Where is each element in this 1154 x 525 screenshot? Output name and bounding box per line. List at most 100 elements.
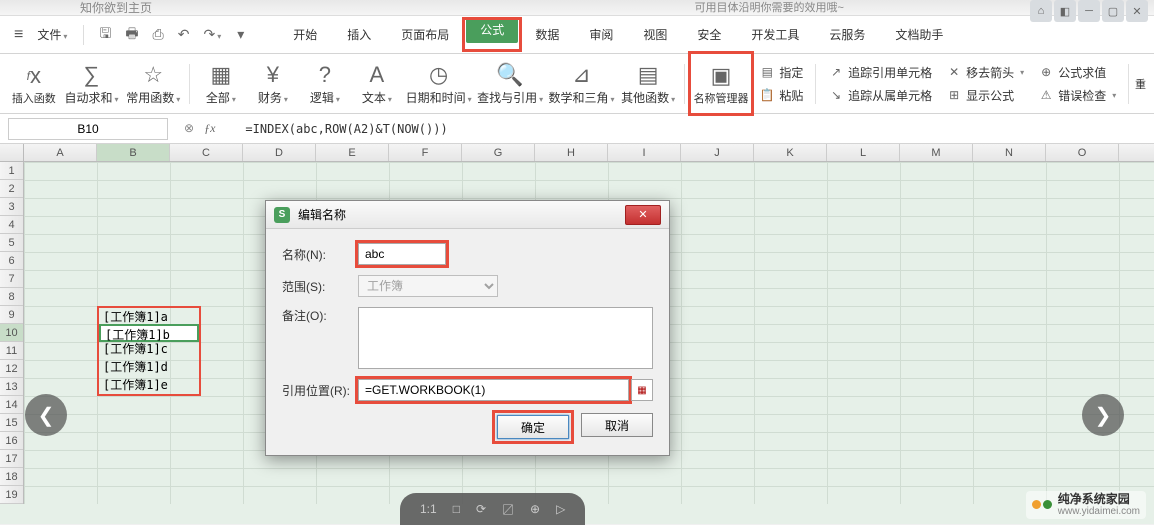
row-header-17[interactable]: 17 xyxy=(0,450,23,468)
col-header-H[interactable]: H xyxy=(535,144,608,161)
maximize-button[interactable]: ▢ xyxy=(1102,0,1124,22)
col-header-I[interactable]: I xyxy=(608,144,681,161)
col-header-O[interactable]: O xyxy=(1046,144,1119,161)
all-functions-button[interactable]: ▦ 全部▾ xyxy=(196,54,246,113)
row-header-4[interactable]: 4 xyxy=(0,216,23,234)
paste-name-button[interactable]: 📋粘贴 xyxy=(759,85,803,106)
finance-button[interactable]: ¥ 财务▾ xyxy=(248,54,298,113)
datetime-button[interactable]: ◷ 日期和时间▾ xyxy=(404,54,473,113)
row-header-9[interactable]: 9 xyxy=(0,306,23,324)
trace-precedents-button[interactable]: ↗追踪引用单元格 xyxy=(828,62,932,83)
redo-icon[interactable]: ↷▾ xyxy=(198,22,226,47)
row-header-13[interactable]: 13 xyxy=(0,378,23,396)
eval-formula-button[interactable]: ⊕公式求值 xyxy=(1038,62,1116,83)
trace-dependents-button[interactable]: ↘追踪从属单元格 xyxy=(828,85,932,106)
menu-tab-8[interactable]: 开发工具 xyxy=(737,20,813,49)
row-header-8[interactable]: 8 xyxy=(0,288,23,306)
col-header-B[interactable]: B xyxy=(97,144,170,161)
row-header-1[interactable]: 1 xyxy=(0,162,23,180)
col-header-C[interactable]: C xyxy=(170,144,243,161)
col-header-E[interactable]: E xyxy=(316,144,389,161)
bottom-toolbar-item-1[interactable]: □ xyxy=(453,502,460,516)
menu-tab-9[interactable]: 云服务 xyxy=(815,20,879,49)
menu-tab-6[interactable]: 视图 xyxy=(629,20,681,49)
menu-tab-0[interactable]: 开始 xyxy=(279,20,331,49)
insert-function-button[interactable]: fx 插入函数 xyxy=(8,54,60,113)
wc-gift-icon[interactable]: ⌂ xyxy=(1030,0,1052,22)
hamburger-icon[interactable]: ≡ xyxy=(10,22,27,48)
row-header-18[interactable]: 18 xyxy=(0,468,23,486)
dialog-cancel-button[interactable]: 取消 xyxy=(581,413,653,437)
dialog-remarks-textarea[interactable] xyxy=(358,307,653,369)
row-header-5[interactable]: 5 xyxy=(0,234,23,252)
row-header-2[interactable]: 2 xyxy=(0,180,23,198)
logic-button[interactable]: ? 逻辑▾ xyxy=(300,54,350,113)
select-all-corner[interactable] xyxy=(0,144,24,161)
menu-tab-7[interactable]: 安全 xyxy=(683,20,735,49)
menu-tab-10[interactable]: 文档助手 xyxy=(881,20,957,49)
col-header-L[interactable]: L xyxy=(827,144,900,161)
data-cell-4[interactable]: [工作簿1]e xyxy=(99,376,199,394)
math-button[interactable]: ⊿ 数学和三角▾ xyxy=(547,54,616,113)
row-header-19[interactable]: 19 xyxy=(0,486,23,504)
bottom-toolbar-item-4[interactable]: ⊕ xyxy=(530,502,540,516)
close-button[interactable]: ✕ xyxy=(1126,0,1148,22)
col-header-J[interactable]: J xyxy=(681,144,754,161)
dialog-titlebar[interactable]: S 编辑名称 ✕ xyxy=(266,201,669,229)
col-header-D[interactable]: D xyxy=(243,144,316,161)
row-header-6[interactable]: 6 xyxy=(0,252,23,270)
name-box[interactable] xyxy=(8,118,168,140)
menu-tab-1[interactable]: 插入 xyxy=(333,20,385,49)
name-manager-button[interactable]: ▣ 名称管理器 xyxy=(691,54,752,113)
qat-dropdown-icon[interactable]: ▾ xyxy=(232,22,249,47)
print-preview-icon[interactable]: ⎙ xyxy=(148,22,169,47)
row-header-11[interactable]: 11 xyxy=(0,342,23,360)
print-icon[interactable]: 🖶 xyxy=(120,19,143,51)
fx-label-icon[interactable]: ƒx xyxy=(204,121,215,136)
row-header-15[interactable]: 15 xyxy=(0,414,23,432)
menu-tab-5[interactable]: 审阅 xyxy=(575,20,627,49)
minimize-button[interactable]: ─ xyxy=(1078,0,1100,22)
wc-skin-icon[interactable]: ◧ xyxy=(1054,0,1076,22)
menu-tab-4[interactable]: 数据 xyxy=(521,20,573,49)
data-cell-3[interactable]: [工作簿1]d xyxy=(99,358,199,376)
assign-name-button[interactable]: ▤指定 xyxy=(759,62,803,83)
error-check-button[interactable]: ⚠错误检查▾ xyxy=(1038,85,1116,106)
menu-tab-2[interactable]: 页面布局 xyxy=(387,20,463,49)
save-icon[interactable]: 🖫 xyxy=(94,19,116,51)
dialog-ok-button[interactable]: 确定 xyxy=(497,415,569,439)
row-header-10[interactable]: 10 xyxy=(0,324,23,342)
bottom-toolbar-item-2[interactable]: ⟳ xyxy=(476,502,486,516)
col-header-F[interactable]: F xyxy=(389,144,462,161)
lookup-button[interactable]: 🔍 查找与引用▾ xyxy=(475,54,544,113)
undo-icon[interactable]: ↶ xyxy=(173,22,195,47)
text-functions-button[interactable]: A 文本▾ xyxy=(352,54,402,113)
remove-arrows-button[interactable]: ✕移去箭头▾ xyxy=(946,62,1024,83)
common-functions-button[interactable]: ☆ 常用函数▾ xyxy=(123,54,183,113)
bottom-toolbar-item-5[interactable]: ▷ xyxy=(556,502,565,516)
row-header-16[interactable]: 16 xyxy=(0,432,23,450)
show-formulas-button[interactable]: ⊞显示公式 xyxy=(946,85,1024,106)
fb-cancel-icon[interactable]: ⊗ xyxy=(184,121,194,136)
auto-sum-button[interactable]: ∑ 自动求和▾ xyxy=(62,54,122,113)
col-header-K[interactable]: K xyxy=(754,144,827,161)
bottom-toolbar-item-3[interactable]: 〼 xyxy=(502,501,514,518)
col-header-M[interactable]: M xyxy=(900,144,973,161)
bottom-toolbar-item-0[interactable]: 1:1 xyxy=(420,502,437,516)
dialog-name-input[interactable] xyxy=(358,243,446,265)
row-header-3[interactable]: 3 xyxy=(0,198,23,216)
ref-picker-button[interactable]: ▦ xyxy=(631,379,653,401)
file-menu[interactable]: 文件▾ xyxy=(31,22,73,47)
row-header-14[interactable]: 14 xyxy=(0,396,23,414)
nav-next-button[interactable]: ❯ xyxy=(1082,394,1124,436)
nav-prev-button[interactable]: ❮ xyxy=(25,394,67,436)
menu-tab-3[interactable]: 公式 xyxy=(466,17,518,43)
col-header-N[interactable]: N xyxy=(973,144,1046,161)
formula-input[interactable] xyxy=(239,118,1154,140)
col-header-A[interactable]: A xyxy=(24,144,97,161)
data-cell-1[interactable]: [工作簿1]b xyxy=(99,324,199,342)
dialog-close-button[interactable]: ✕ xyxy=(625,205,661,225)
dialog-scope-select[interactable]: 工作簿 xyxy=(358,275,498,297)
row-header-7[interactable]: 7 xyxy=(0,270,23,288)
other-functions-button[interactable]: ▤ 其他函数▾ xyxy=(618,54,678,113)
